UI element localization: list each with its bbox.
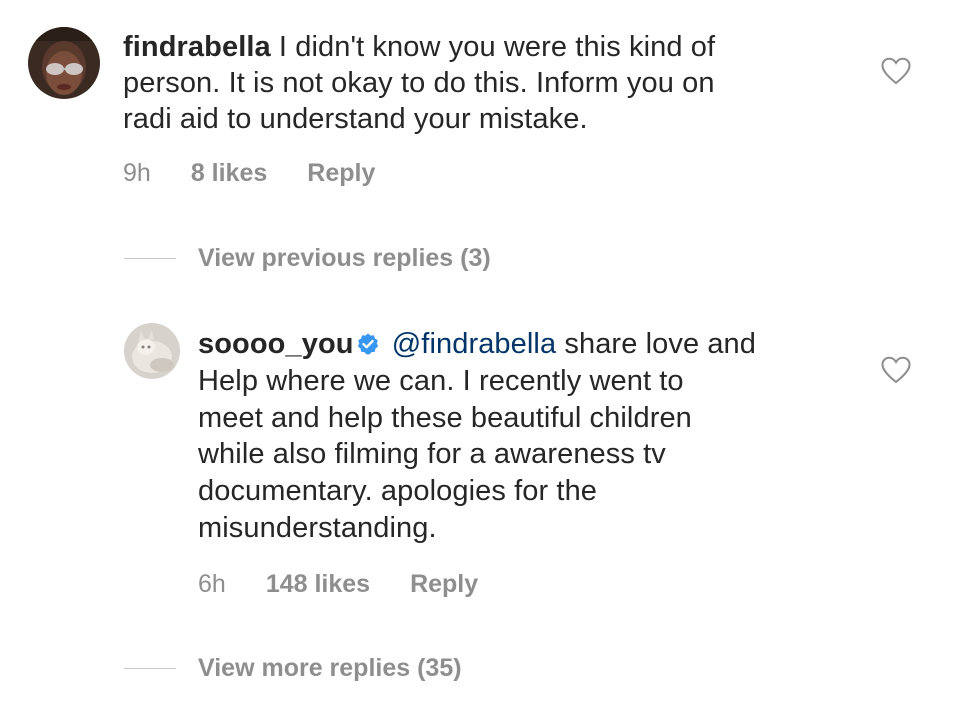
view-previous-replies-label: View previous replies (3) [198,244,491,272]
comment-likes[interactable]: 8 likes [191,159,267,188]
reply-button[interactable]: Reply [307,159,375,188]
comment-text-line-2: person. It is not okay to do this. Infor… [123,67,715,99]
heart-outline-icon[interactable] [881,356,911,384]
comment-username[interactable]: findrabella [123,31,271,63]
view-more-replies-label: View more replies (35) [198,654,462,682]
comment-text-line-2: Help where we can. I recently went to [198,364,684,397]
view-previous-replies-button[interactable]: View previous replies (3) [124,244,491,273]
profile-photo-icon [28,27,100,99]
comment-time: 9h [123,159,151,187]
avatar[interactable] [124,323,180,379]
comment-meta: 9h 8 likes Reply [123,159,375,188]
reply-button[interactable]: Reply [410,570,478,599]
comment-text-line-1: I didn't know you were this kind of [278,31,716,63]
comment-text-line-1: share love and [564,328,757,360]
profile-photo-icon [124,323,180,379]
comment-username[interactable]: soooo_you [198,328,354,360]
comment-text-line-3: radi aid to understand your mistake. [123,103,588,135]
verified-badge-icon [357,333,378,355]
view-more-replies-button[interactable]: View more replies (35) [124,654,462,683]
avatar[interactable] [28,27,100,99]
comment-text-line-4: while also filming for a awareness tv [198,438,666,471]
mention-link[interactable]: @findrabella [392,328,556,360]
comment-likes[interactable]: 148 likes [266,570,370,599]
comment-meta: 6h 148 likes Reply [198,570,478,599]
comment-text-line-5: documentary. apologies for the [198,475,598,508]
comment-text-line-3: meet and help these beautiful children [198,401,692,434]
comment-time: 6h [198,570,226,598]
comment-text-line-6: misunderstanding. [198,511,437,544]
heart-outline-icon[interactable] [881,57,911,85]
thread-divider [124,668,176,669]
thread-divider [124,258,176,259]
